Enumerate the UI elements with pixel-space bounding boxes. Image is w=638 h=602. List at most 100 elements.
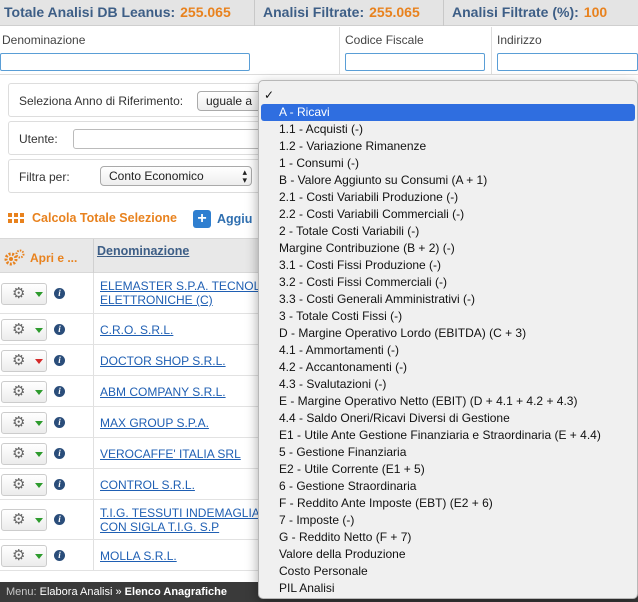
company-name-link[interactable]: MAX GROUP S.P.A. bbox=[100, 416, 209, 430]
column-codice-fiscale: Codice Fiscale bbox=[340, 27, 492, 75]
actions-bar: Calcola Totale Selezione + Aggiu bbox=[0, 206, 260, 232]
dropdown-option[interactable]: 3.3 - Costi Generali Amministrativi (-) bbox=[259, 291, 637, 308]
gear-icon: ⚙ bbox=[12, 511, 26, 528]
stat-percent-value: 100 bbox=[583, 4, 608, 20]
info-icon[interactable]: i bbox=[54, 479, 65, 490]
dropdown-option[interactable]: 1.1 - Acquisti (-) bbox=[259, 121, 637, 138]
info-icon[interactable]: i bbox=[54, 324, 65, 335]
denominazione-filter-input[interactable] bbox=[0, 53, 250, 71]
info-icon[interactable]: i bbox=[54, 355, 65, 366]
divider bbox=[443, 0, 444, 26]
dropdown-option[interactable]: 4.2 - Accantonamenti (-) bbox=[259, 359, 637, 376]
company-name-link[interactable]: ELEMASTER S.P.A. TECNOLOG ELETTRONICHE (C… bbox=[100, 279, 279, 307]
dropdown-option[interactable]: 3 - Totale Costi Fissi (-) bbox=[259, 308, 637, 325]
dropdown-option[interactable]: 7 - Imposte (-) bbox=[259, 512, 637, 529]
company-name-link[interactable]: CONTROL S.R.L. bbox=[100, 478, 195, 492]
select-arrows-icon: ▴ ▾ bbox=[242, 167, 247, 185]
dropdown-option[interactable]: G - Reddito Netto (F + 7) bbox=[259, 529, 637, 546]
filtra-label: Filtra per: bbox=[19, 170, 70, 184]
dropdown-option[interactable]: 2.2 - Costi Variabili Commerciali (-) bbox=[259, 206, 637, 223]
dropdown-checkmark: ✓ bbox=[264, 88, 275, 102]
gear-icon: ⚙ bbox=[12, 476, 26, 493]
info-icon[interactable]: i bbox=[54, 448, 65, 459]
dropdown-option[interactable]: 4.3 - Svalutazioni (-) bbox=[259, 376, 637, 393]
info-icon[interactable]: i bbox=[54, 514, 65, 525]
indirizzo-filter-input[interactable] bbox=[497, 53, 638, 71]
table-row: ⚙ i MAX GROUP S.P.A. bbox=[0, 407, 258, 438]
row-actions-button[interactable]: ⚙ bbox=[1, 474, 47, 496]
stat-filtrate-value: 255.065 bbox=[369, 4, 420, 20]
aggiungi-button[interactable]: + Aggiu bbox=[193, 210, 252, 228]
dropdown-option[interactable]: Costo Personale bbox=[259, 563, 637, 580]
utente-label: Utente: bbox=[19, 132, 58, 146]
table-row: ⚙ i MOLLA S.R.L. bbox=[0, 540, 258, 571]
dropdown-option[interactable]: 5 - Gestione Finanziaria bbox=[259, 444, 637, 461]
dropdown-option[interactable]: 3.2 - Costi Fissi Commerciali (-) bbox=[259, 274, 637, 291]
company-name-link[interactable]: C.R.O. S.R.L. bbox=[100, 323, 173, 337]
info-icon[interactable]: i bbox=[54, 550, 65, 561]
row-actions-button[interactable]: ⚙ bbox=[1, 283, 47, 305]
chevron-down-icon bbox=[35, 452, 43, 457]
chevron-down-icon bbox=[35, 554, 43, 559]
table-row: ⚙ i ELEMASTER S.P.A. TECNOLOG ELETTRONICHE … bbox=[0, 273, 279, 314]
dropdown-option[interactable]: E - Margine Operativo Netto (EBIT) (D + … bbox=[259, 393, 637, 410]
company-name-link[interactable]: ABM COMPANY S.R.L. bbox=[100, 385, 226, 399]
info-icon[interactable]: i bbox=[54, 417, 65, 428]
row-actions-button[interactable]: ⚙ bbox=[1, 412, 47, 434]
row-actions-button[interactable]: ⚙ bbox=[1, 350, 47, 372]
dropdown-option[interactable]: E2 - Utile Corrente (E1 + 5) bbox=[259, 461, 637, 478]
dropdown-option[interactable]: 1.2 - Variazione Rimanenze bbox=[259, 138, 637, 155]
dropdown-option[interactable]: B - Valore Aggiunto su Consumi (A + 1) bbox=[259, 172, 637, 189]
divider bbox=[93, 469, 94, 499]
company-name-link[interactable]: VEROCAFFE' ITALIA SRL bbox=[100, 447, 241, 461]
stat-totale-label: Totale Analisi DB Leanus: bbox=[4, 4, 176, 20]
gear-icon: ⚙ bbox=[12, 352, 26, 369]
row-actions-button[interactable]: ⚙ bbox=[1, 545, 47, 567]
divider bbox=[93, 376, 94, 406]
info-icon[interactable]: i bbox=[54, 288, 65, 299]
dropdown-option[interactable]: A - Ricavi bbox=[261, 104, 635, 121]
divider bbox=[93, 273, 94, 313]
gear-icon: ⚙ bbox=[12, 445, 26, 462]
gears-icon bbox=[4, 249, 25, 266]
row-actions-button[interactable]: ⚙ bbox=[1, 443, 47, 465]
company-name-link[interactable]: MOLLA S.R.L. bbox=[100, 549, 177, 563]
stat-percent-label: Analisi Filtrate (%): bbox=[452, 4, 579, 20]
row-actions-button[interactable]: ⚙ bbox=[1, 509, 47, 531]
dropdown-option[interactable]: 2.1 - Costi Variabili Produzione (-) bbox=[259, 189, 637, 206]
company-name-link[interactable]: T.I.G. TESSUTI INDEMAGLIAB CON SIGLA T.I.… bbox=[100, 506, 268, 534]
divider bbox=[93, 540, 94, 570]
divider bbox=[93, 345, 94, 375]
info-icon[interactable]: i bbox=[54, 386, 65, 397]
row-actions-button[interactable]: ⚙ bbox=[1, 319, 47, 341]
plus-icon: + bbox=[193, 210, 211, 228]
dropdown-option[interactable]: E1 - Utile Ante Gestione Finanziaria e S… bbox=[259, 427, 637, 444]
filtra-select[interactable]: Conto Economico ▴ ▾ bbox=[100, 166, 252, 186]
dropdown-option[interactable]: 1 - Consumi (-) bbox=[259, 155, 637, 172]
dropdown-option[interactable]: 2 - Totale Costi Variabili (-) bbox=[259, 223, 637, 240]
denominazione-column-header[interactable]: Denominazione bbox=[97, 244, 189, 258]
row-actions-button[interactable]: ⚙ bbox=[1, 381, 47, 403]
column-denominazione-label: Denominazione bbox=[2, 33, 86, 47]
dropdown-option[interactable]: Valore della Produzione bbox=[259, 546, 637, 563]
dropdown-option[interactable]: 3.1 - Costi Fissi Produzione (-) bbox=[259, 257, 637, 274]
chevron-down-icon bbox=[35, 421, 43, 426]
filtra-dropdown-list: ✓ A - Ricavi 1.1 - Acquisti (-) 1.2 - Vari… bbox=[258, 80, 638, 599]
dropdown-option[interactable]: PIL Analisi bbox=[259, 580, 637, 597]
dropdown-option[interactable]: F - Reddito Ante Imposte (EBT) (E2 + 6) bbox=[259, 495, 637, 512]
dropdown-option[interactable]: Margine Contribuzione (B + 2) (-) bbox=[259, 240, 637, 257]
dropdown-option[interactable]: D - Margine Operativo Lordo (EBITDA) (C … bbox=[259, 325, 637, 342]
dropdown-option[interactable]: 4.1 - Ammortamenti (-) bbox=[259, 342, 637, 359]
stat-percent: Analisi Filtrate (%): 100 bbox=[452, 4, 607, 20]
anno-label: Seleziona Anno di Riferimento: bbox=[19, 94, 184, 108]
dropdown-option[interactable]: 6 - Gestione Straordinaria bbox=[259, 478, 637, 495]
divider bbox=[93, 314, 94, 344]
apri-column-header[interactable]: Apri e ... bbox=[4, 249, 77, 267]
dropdown-option[interactable]: 4.4 - Saldo Oneri/Ricavi Diversi di Gest… bbox=[259, 410, 637, 427]
codice-fiscale-filter-input[interactable] bbox=[345, 53, 485, 71]
divider bbox=[93, 239, 94, 274]
breadcrumb-elabora[interactable]: Elabora Analisi bbox=[40, 586, 113, 598]
company-name-link[interactable]: DOCTOR SHOP S.R.L. bbox=[100, 354, 226, 368]
calcola-button[interactable]: Calcola Totale Selezione bbox=[8, 210, 177, 226]
chevron-down-icon bbox=[35, 483, 43, 488]
